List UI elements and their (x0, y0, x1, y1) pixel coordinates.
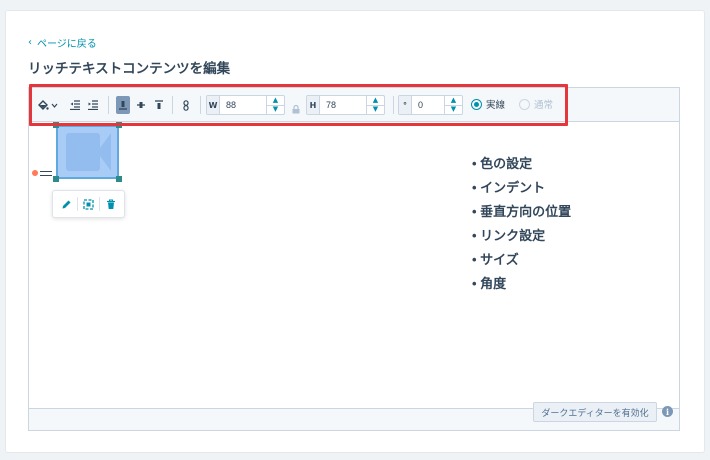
align-top-icon (155, 100, 163, 109)
resize-handle[interactable] (53, 122, 59, 128)
toolbar-divider (108, 96, 109, 114)
radio-solid[interactable]: 実線 (471, 97, 505, 111)
selected-image[interactable] (56, 125, 119, 179)
lock-button[interactable] (292, 99, 300, 118)
radio-normal-label: 通常 (534, 100, 554, 111)
replace-image-button[interactable] (80, 196, 96, 212)
editor-card: ‹ ページに戻る リッチテキストコンテンツを編集 W 88 ▲ ▼ H 78 ▲… (5, 10, 705, 453)
page-title: リッチテキストコンテンツを編集 (28, 61, 231, 77)
angle-prefix: ° (399, 96, 412, 114)
edit-image-button[interactable] (58, 196, 74, 212)
delete-image-button[interactable] (103, 196, 119, 212)
align-middle-button[interactable] (134, 94, 148, 116)
chevron-left-icon: ‹ (28, 37, 32, 48)
trash-icon (106, 199, 115, 209)
height-field[interactable]: H 78 ▲ ▼ (306, 95, 385, 115)
radio-solid-label: 実線 (486, 100, 506, 111)
align-middle-icon (137, 102, 145, 108)
enable-dark-editor-button[interactable]: ダークエディターを有効化 (533, 402, 657, 422)
chevron-down-icon[interactable]: ▼ (445, 104, 462, 115)
paint-bucket-icon (37, 100, 49, 110)
link-button[interactable] (179, 94, 193, 116)
chevron-up-icon[interactable]: ▲ (267, 96, 284, 105)
align-bottom-button[interactable] (116, 96, 130, 114)
angle-stepper[interactable]: ▲ ▼ (444, 96, 462, 114)
list-item[interactable]: • リンク設定 (472, 227, 571, 251)
height-input[interactable]: 78 (320, 96, 366, 114)
image-placeholder-shape (66, 133, 100, 171)
info-icon[interactable]: i (662, 406, 673, 417)
angle-field[interactable]: ° 0 ▲ ▼ (398, 95, 463, 115)
popover-divider (99, 197, 101, 211)
chevron-up-icon[interactable]: ▲ (445, 96, 462, 105)
back-link[interactable]: ‹ ページに戻る (28, 35, 97, 50)
chevron-up-icon[interactable]: ▲ (367, 96, 384, 105)
radio-normal[interactable]: 通常 (519, 97, 553, 111)
back-link-label: ページに戻る (37, 39, 97, 50)
list-item[interactable]: • 垂直方向の位置 (472, 203, 571, 227)
radio-normal-indicator[interactable] (519, 98, 530, 110)
list-item[interactable]: • 角度 (472, 275, 571, 299)
toolbar: W 88 ▲ ▼ H 78 ▲ ▼ ° 0 ▲ ▼ 実線 通常 (29, 88, 679, 122)
replace-icon (83, 198, 94, 210)
height-prefix: H (307, 96, 320, 114)
toolbar-divider (172, 96, 173, 114)
image-placeholder-triangle (97, 133, 111, 171)
angle-input[interactable]: 0 (412, 96, 444, 114)
toolbar-divider (200, 96, 201, 114)
bullet-list[interactable]: • 色の設定 • インデント • 垂直方向の位置 • リンク設定 • サイズ •… (472, 155, 571, 299)
height-stepper[interactable]: ▲ ▼ (366, 96, 384, 114)
width-prefix: W (207, 96, 220, 114)
width-field[interactable]: W 88 ▲ ▼ (206, 95, 285, 115)
list-item[interactable]: • サイズ (472, 251, 571, 275)
indent-icon (88, 100, 98, 110)
resize-handle[interactable] (116, 122, 122, 128)
chevron-down-icon[interactable]: ▼ (367, 104, 384, 115)
lock-icon (292, 104, 300, 114)
outdent-icon (70, 100, 80, 110)
drag-handle[interactable] (32, 167, 56, 179)
list-item[interactable]: • 色の設定 (472, 155, 571, 179)
drag-dot-icon (32, 170, 38, 176)
drag-lines-icon (40, 170, 52, 176)
align-bottom-icon (119, 101, 127, 110)
outdent-button[interactable] (68, 94, 82, 116)
chevron-down-icon[interactable]: ▼ (267, 104, 284, 115)
width-input[interactable]: 88 (220, 96, 266, 114)
chevron-down-icon (51, 103, 57, 108)
indent-button[interactable] (86, 94, 100, 116)
list-item[interactable]: • インデント (472, 179, 571, 203)
radio-solid-indicator[interactable] (471, 98, 482, 110)
popover-divider (76, 197, 78, 211)
toolbar-divider (393, 96, 394, 114)
paint-bucket-button[interactable] (36, 94, 58, 116)
resize-handle[interactable] (116, 176, 122, 182)
pencil-icon (62, 200, 71, 208)
image-popover (52, 190, 125, 218)
link-icon (183, 99, 189, 111)
align-top-button[interactable] (152, 94, 166, 116)
rich-text-editor: W 88 ▲ ▼ H 78 ▲ ▼ ° 0 ▲ ▼ 実線 通常 (28, 87, 680, 431)
width-stepper[interactable]: ▲ ▼ (266, 96, 284, 114)
